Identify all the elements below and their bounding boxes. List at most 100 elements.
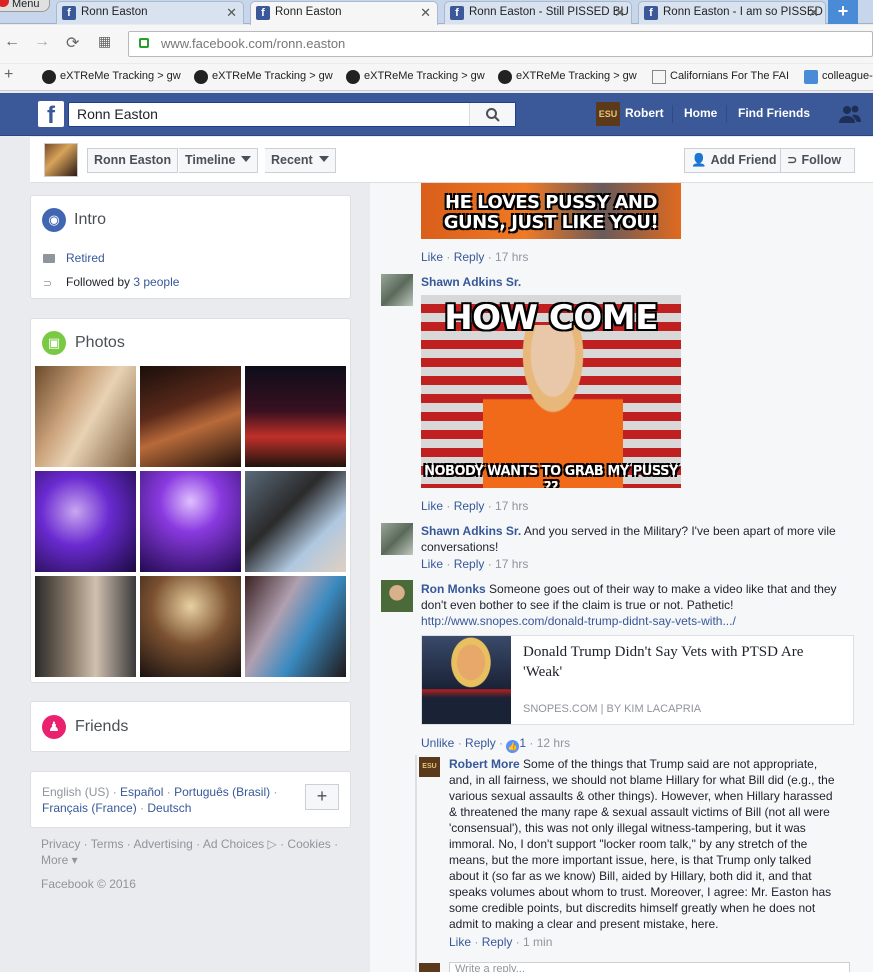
browser-nav-bar: ← → ⟳ ▦ www.facebook.com/ronn.easton: [0, 25, 873, 63]
friend-requests-icon[interactable]: [838, 104, 862, 127]
reply-link[interactable]: Reply: [454, 557, 485, 571]
reply-link[interactable]: Reply: [482, 935, 513, 949]
comment-actions: Like · Reply · 17 hrs: [421, 557, 529, 571]
bookmark-1[interactable]: eXTReMe Tracking > gw: [42, 70, 181, 84]
facebook-logo-icon[interactable]: f: [38, 101, 64, 129]
snopes-url-link[interactable]: http://www.snopes.com/donald-trump-didnt…: [421, 613, 736, 629]
browser-menu-button[interactable]: Menu: [0, 0, 50, 12]
photos-card: ▣ Photos: [30, 318, 351, 683]
bookmark-5[interactable]: Californians For The FAI: [652, 70, 789, 84]
search-input[interactable]: Ronn Easton: [68, 102, 516, 127]
language-link[interactable]: Español: [120, 785, 163, 799]
meme-image[interactable]: HOW COME NOBODY WANTS TO GRAB MY PUSSY ?…: [421, 295, 681, 488]
bookmark-2[interactable]: eXTReMe Tracking > gw: [194, 70, 333, 84]
link-preview-card[interactable]: Donald Trump Didn't Say Vets with PTSD A…: [421, 635, 854, 725]
recent-button[interactable]: Recent: [265, 148, 336, 173]
avatar[interactable]: [381, 580, 413, 612]
facebook-favicon-icon: f: [644, 6, 658, 20]
close-tab-icon[interactable]: ✕: [420, 2, 431, 23]
back-arrow-icon[interactable]: ←: [4, 33, 20, 51]
language-link[interactable]: Deutsch: [147, 801, 191, 815]
friends-card[interactable]: ♟ Friends: [30, 701, 351, 752]
photo-thumbnail[interactable]: [35, 366, 136, 467]
reply-link[interactable]: Reply: [454, 250, 485, 264]
profile-name-button[interactable]: Ronn Easton: [87, 148, 179, 173]
photos-title: Photos: [75, 334, 125, 351]
divider: [726, 105, 727, 123]
profile-thumbnail[interactable]: [44, 143, 78, 177]
timestamp: 17 hrs: [495, 250, 529, 264]
photo-thumbnail[interactable]: [35, 576, 136, 677]
bookmark-3[interactable]: eXTReMe Tracking > gw: [346, 70, 485, 84]
work-link[interactable]: Retired: [66, 251, 105, 265]
reply-thread-line: [415, 755, 417, 972]
browser-tab-4[interactable]: f Ronn Easton - I am so PISSED ✕: [638, 1, 826, 24]
browser-tab-1[interactable]: f Ronn Easton ✕: [56, 1, 244, 24]
follow-button[interactable]: ⊃ Follow: [780, 148, 855, 173]
unlike-link[interactable]: Unlike: [421, 736, 454, 750]
followed-by-label: Followed by: [66, 275, 134, 289]
language-link[interactable]: Português (Brasil): [174, 785, 270, 799]
commenter-name[interactable]: Ron Monks: [421, 582, 486, 596]
photo-thumbnail[interactable]: [245, 471, 346, 572]
photo-thumbnail[interactable]: [140, 576, 241, 677]
language-link[interactable]: Français (France): [42, 801, 137, 815]
add-bookmark-icon[interactable]: +: [4, 66, 13, 84]
photo-thumbnail[interactable]: [245, 366, 346, 467]
photo-thumbnail[interactable]: [35, 471, 136, 572]
facebook-favicon-icon: f: [256, 6, 270, 20]
tracking-icon: [194, 70, 208, 84]
timestamp: 1 min: [523, 935, 553, 949]
like-count[interactable]: 1: [519, 736, 526, 750]
browser-logo-icon: [0, 0, 9, 7]
tracking-icon: [346, 70, 360, 84]
new-tab-button[interactable]: +: [828, 0, 858, 24]
timeline-button[interactable]: Timeline: [179, 148, 259, 173]
add-friend-button[interactable]: 👤 Add Friend: [684, 148, 784, 173]
home-link[interactable]: Home: [684, 106, 717, 120]
reply-link[interactable]: Reply: [465, 736, 496, 750]
like-link[interactable]: Like: [421, 250, 443, 264]
avatar[interactable]: ESU: [419, 757, 440, 777]
bookmark-4[interactable]: eXTReMe Tracking > gw: [498, 70, 637, 84]
bookmark-6[interactable]: colleague-: [804, 70, 873, 84]
close-tab-icon[interactable]: ✕: [226, 2, 237, 23]
commenter-name[interactable]: Shawn Adkins Sr.: [421, 524, 521, 538]
close-tab-icon[interactable]: ✕: [614, 2, 625, 23]
followers-link[interactable]: 3 people: [133, 275, 179, 289]
reply-input[interactable]: Write a reply...: [449, 962, 850, 972]
browser-tab-bar: Menu f Ronn Easton ✕ f Ronn Easton ✕ f Ronn E…: [0, 0, 873, 25]
apps-grid-icon[interactable]: ▦: [98, 33, 111, 50]
address-bar[interactable]: www.facebook.com/ronn.easton: [128, 31, 873, 57]
photo-thumbnail[interactable]: [140, 366, 241, 467]
photo-thumbnail[interactable]: [140, 471, 241, 572]
photo-thumbnail[interactable]: [245, 576, 346, 677]
commenter-name[interactable]: Shawn Adkins Sr.: [421, 275, 521, 289]
link-preview-title: Donald Trump Didn't Say Vets with PTSD A…: [523, 644, 804, 680]
commenter-name[interactable]: Robert More: [449, 757, 520, 771]
find-friends-link[interactable]: Find Friends: [738, 106, 810, 120]
browser-tab-3[interactable]: f Ronn Easton - Still PISSED BU ✕: [444, 1, 632, 24]
facebook-favicon-icon: f: [62, 6, 76, 20]
reload-icon[interactable]: ⟳: [66, 33, 79, 53]
like-link[interactable]: Like: [421, 557, 443, 571]
browser-tab-2[interactable]: f Ronn Easton ✕: [250, 1, 438, 25]
add-language-button[interactable]: +: [305, 784, 339, 810]
lock-icon: [139, 38, 149, 48]
footer-links[interactable]: Privacy · Terms · Advertising · Ad Choic…: [41, 836, 346, 868]
comment-text: Some of the things that Trump said are n…: [449, 757, 835, 931]
search-icon[interactable]: [469, 103, 515, 126]
tracking-icon: [498, 70, 512, 84]
like-link[interactable]: Like: [421, 499, 443, 513]
close-tab-icon[interactable]: ✕: [808, 2, 819, 23]
avatar[interactable]: [381, 274, 413, 306]
reply-link[interactable]: Reply: [454, 499, 485, 513]
comments-feed: HE LOVES PUSSY AND GUNS, JUST LIKE YOU! …: [370, 183, 873, 972]
avatar[interactable]: [381, 523, 413, 555]
forward-arrow-icon[interactable]: →: [34, 33, 50, 51]
avatar[interactable]: ESU: [596, 102, 620, 126]
chevron-down-icon: [241, 156, 252, 162]
meme-image[interactable]: HE LOVES PUSSY AND GUNS, JUST LIKE YOU!: [421, 183, 681, 239]
profile-link[interactable]: Robert: [625, 106, 664, 120]
like-link[interactable]: Like: [449, 935, 471, 949]
